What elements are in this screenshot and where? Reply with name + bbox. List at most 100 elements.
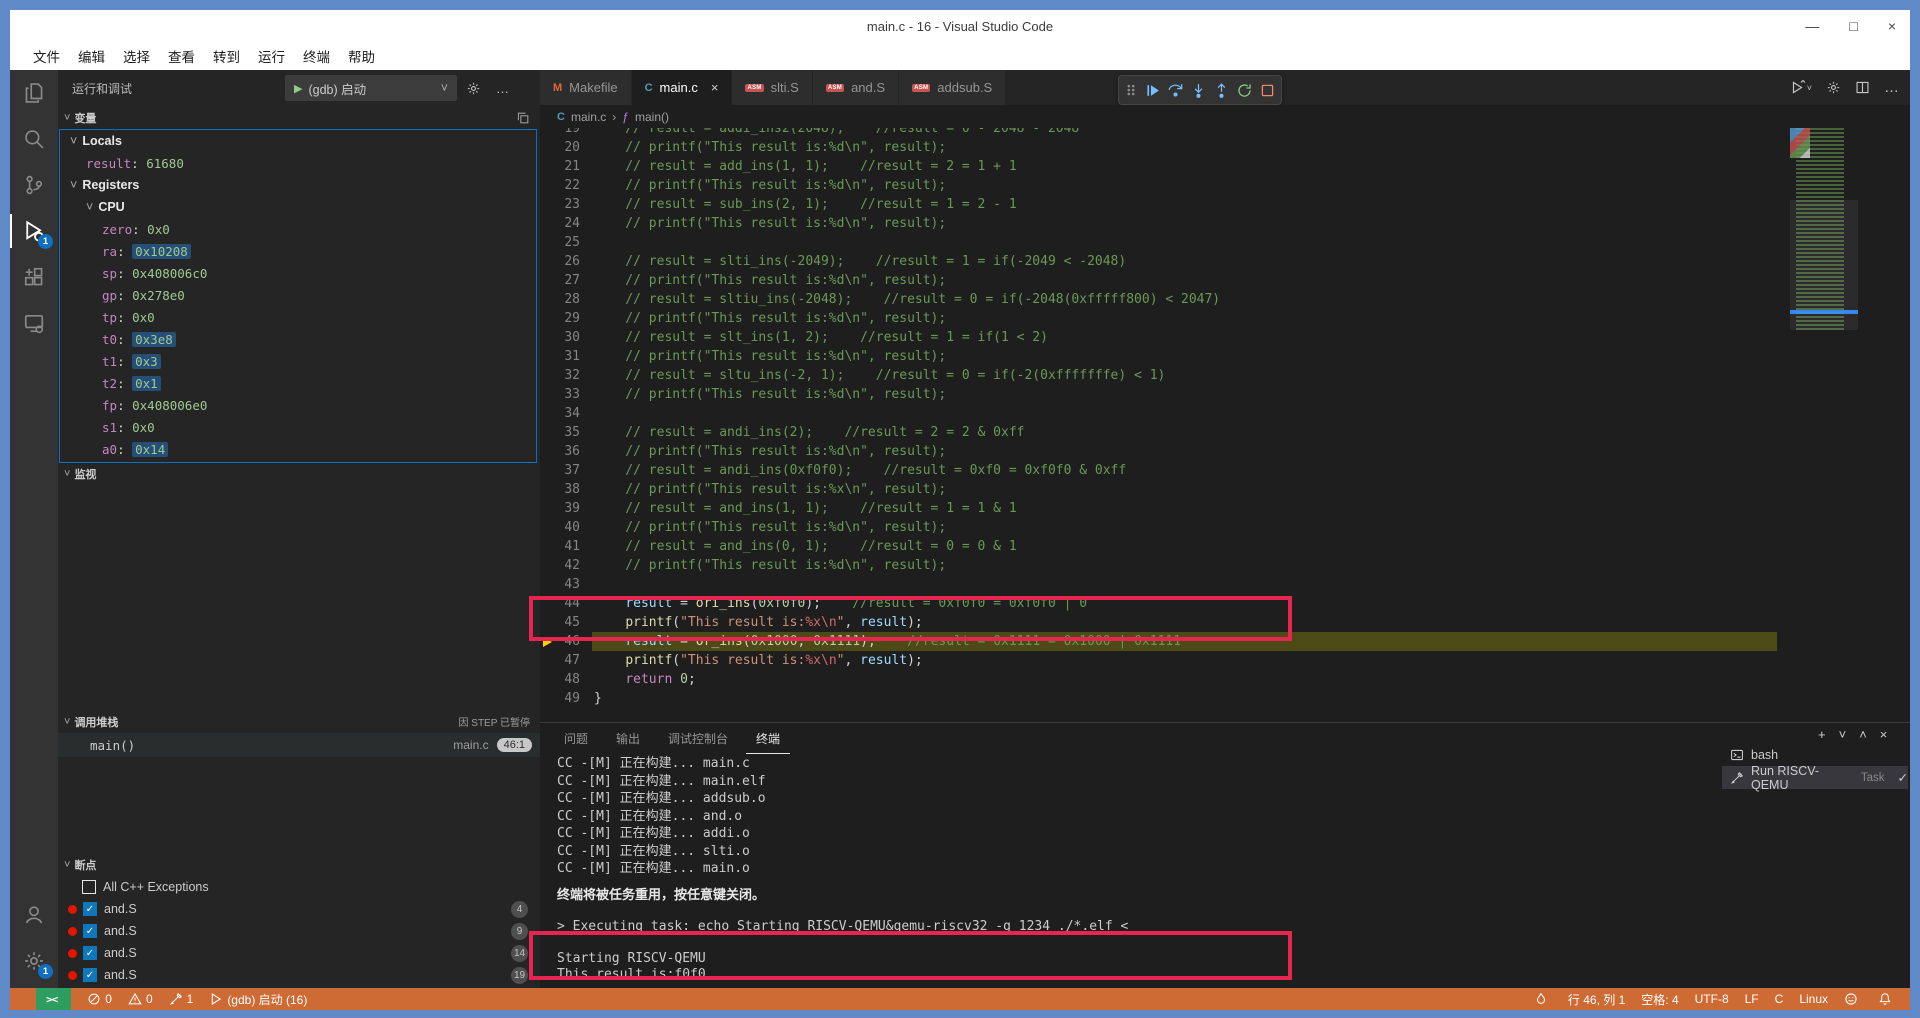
debug-settings-gear-icon[interactable]: [466, 81, 481, 96]
section-breakpoints[interactable]: ˅ 断点: [58, 853, 540, 876]
code-line-39[interactable]: 39 // result = and_ins(1, 1); //result =…: [540, 499, 1910, 518]
code-line-31[interactable]: 31 // printf("This result is:%d\n", resu…: [540, 347, 1910, 366]
code-line-43[interactable]: 43: [540, 575, 1910, 594]
code-line-36[interactable]: 36 // printf("This result is:%d\n", resu…: [540, 442, 1910, 461]
line-number[interactable]: 42: [540, 556, 594, 575]
line-number[interactable]: 32: [540, 366, 594, 385]
menu-item[interactable]: 选择: [114, 43, 159, 69]
status-language[interactable]: C: [1775, 988, 1784, 1010]
section-watch[interactable]: ˅ 监视: [58, 462, 540, 485]
status-flame[interactable]: [1534, 988, 1552, 1010]
line-number[interactable]: 27: [540, 271, 594, 290]
variable-row[interactable]: result: 61680: [60, 152, 536, 174]
activity-manage[interactable]: 1: [10, 938, 58, 984]
code-line-28[interactable]: 28 // result = sltiu_ins(-2048); //resul…: [540, 290, 1910, 309]
menu-item[interactable]: 编辑: [69, 43, 114, 69]
variable-row[interactable]: a0: 0x14: [60, 438, 536, 460]
code-line-47[interactable]: 47 printf("This result is:%x\n", result)…: [540, 651, 1910, 670]
line-number[interactable]: 48: [540, 670, 594, 689]
variable-row[interactable]: t0: 0x3e8: [60, 328, 536, 350]
maximize-panel-icon[interactable]: ˄: [1859, 727, 1867, 742]
status-errors[interactable]: 0: [87, 988, 112, 1010]
line-number[interactable]: 25: [540, 233, 594, 252]
activity-run-and-debug[interactable]: 1: [10, 208, 58, 254]
line-number[interactable]: 22: [540, 176, 594, 195]
code-line-37[interactable]: 37 // result = andi_ins(0xf0f0); //resul…: [540, 461, 1910, 480]
line-number[interactable]: 41: [540, 537, 594, 556]
breakpoint-exceptions[interactable]: All C++ Exceptions: [58, 876, 540, 898]
status-indentation[interactable]: 空格: 4: [1641, 988, 1678, 1010]
activity-accounts[interactable]: [10, 892, 58, 938]
code-line-38[interactable]: 38 // printf("This result is:%x\n", resu…: [540, 480, 1910, 499]
code-line-20[interactable]: 20 // printf("This result is:%d\n", resu…: [540, 138, 1910, 157]
line-number[interactable]: 35: [540, 423, 594, 442]
chevron-down-icon[interactable]: ˅: [1839, 727, 1847, 742]
breakpoint-row[interactable]: ✓ and.S 14: [58, 942, 540, 964]
tab-and.S[interactable]: ASM and.S: [812, 70, 900, 105]
panel-tab-输出[interactable]: 输出: [606, 723, 650, 754]
line-number[interactable]: 31: [540, 347, 594, 366]
code-line-19[interactable]: 19 // result = addi_ins2(2048); //result…: [540, 128, 1910, 138]
code-line-44[interactable]: 44 result = ori_ins(0xf0f0); //result = …: [540, 594, 1910, 613]
code-line-40[interactable]: 40 // printf("This result is:%d\n", resu…: [540, 518, 1910, 537]
line-number[interactable]: 37: [540, 461, 594, 480]
gear-icon[interactable]: [1826, 80, 1841, 95]
line-number[interactable]: 28: [540, 290, 594, 309]
status-running-tasks[interactable]: 1: [169, 988, 193, 1010]
panel-tab-终端[interactable]: 终端: [746, 723, 791, 754]
breakpoint-row[interactable]: ✓ and.S 4: [58, 898, 540, 920]
line-number[interactable]: 49: [540, 689, 594, 708]
code-line-46[interactable]: 46 result = or_ins(0x1000, 0x1111); //re…: [540, 632, 1910, 651]
code-line-35[interactable]: 35 // result = andi_ins(2); //result = 2…: [540, 423, 1910, 442]
terminal-session-Run RISCV-QEMU[interactable]: Run RISCV-QEMU Task ✓: [1722, 764, 1908, 792]
code-line-41[interactable]: 41 // result = and_ins(0, 1); //result =…: [540, 537, 1910, 556]
variables-group[interactable]: ˅ CPU: [60, 196, 536, 218]
new-terminal-icon[interactable]: +: [1818, 727, 1826, 742]
continue-icon[interactable]: [1144, 82, 1161, 99]
close-button[interactable]: ×: [1888, 18, 1896, 34]
stack-frame-row[interactable]: main() main.c 46:1: [58, 733, 540, 757]
restart-icon[interactable]: [1236, 82, 1253, 99]
code-line-23[interactable]: 23 // result = sub_ins(2, 1); //result =…: [540, 195, 1910, 214]
status-os[interactable]: Linux: [1799, 988, 1828, 1010]
variable-row[interactable]: t2: 0x1: [60, 372, 536, 394]
line-number[interactable]: 24: [540, 214, 594, 233]
activity-explorer[interactable]: [10, 70, 58, 116]
code-line-32[interactable]: 32 // result = sltu_ins(-2, 1); //result…: [540, 366, 1910, 385]
variable-row[interactable]: gp: 0x278e0: [60, 284, 536, 306]
checkbox-checked[interactable]: ✓: [83, 946, 97, 960]
checkbox-unchecked[interactable]: [82, 880, 96, 894]
tab-main.c[interactable]: Cmain.c ×: [631, 70, 733, 105]
activity-remote-explorer[interactable]: [10, 300, 58, 346]
code-line-48[interactable]: 48 return 0;: [540, 670, 1910, 689]
menu-item[interactable]: 查看: [159, 43, 204, 69]
more-actions-icon[interactable]: …: [1884, 79, 1900, 96]
tab-Makefile[interactable]: M Makefile: [540, 70, 632, 105]
variable-row[interactable]: fp: 0x408006e0: [60, 394, 536, 416]
maximize-button[interactable]: □: [1849, 18, 1857, 34]
code-line-33[interactable]: 33 // printf("This result is:%d\n", resu…: [540, 385, 1910, 404]
close-panel-icon[interactable]: ×: [1880, 727, 1888, 742]
code-line-42[interactable]: 42 // printf("This result is:%d\n", resu…: [540, 556, 1910, 575]
activity-source-control[interactable]: [10, 162, 58, 208]
breakpoint-row[interactable]: ✓ and.S 19: [58, 964, 540, 986]
line-number[interactable]: 30: [540, 328, 594, 347]
step-over-icon[interactable]: [1167, 82, 1184, 99]
section-call-stack[interactable]: ˅ 调用堆栈 因 STEP 已暂停: [58, 710, 540, 733]
variable-row[interactable]: sp: 0x408006c0: [60, 262, 536, 284]
menu-item[interactable]: 运行: [249, 43, 294, 69]
minimap[interactable]: [1790, 128, 1858, 330]
split-editor-icon[interactable]: [1855, 80, 1870, 95]
panel-tab-问题[interactable]: 问题: [554, 723, 598, 754]
panel-tab-调试控制台[interactable]: 调试控制台: [658, 723, 738, 754]
code-line-26[interactable]: 26 // result = slti_ins(-2049); //result…: [540, 252, 1910, 271]
status-feedback[interactable]: [1844, 988, 1862, 1010]
status-remote-indicator[interactable]: ><: [36, 988, 72, 1010]
variable-row[interactable]: t1: 0x3: [60, 350, 536, 372]
code-line-30[interactable]: 30 // result = slt_ins(1, 2); //result =…: [540, 328, 1910, 347]
code-line-22[interactable]: 22 // printf("This result is:%d\n", resu…: [540, 176, 1910, 195]
line-number[interactable]: 29: [540, 309, 594, 328]
line-number[interactable]: 23: [540, 195, 594, 214]
activity-extensions[interactable]: [10, 254, 58, 300]
status-cursor-position[interactable]: 行 46, 列 1: [1568, 988, 1625, 1010]
